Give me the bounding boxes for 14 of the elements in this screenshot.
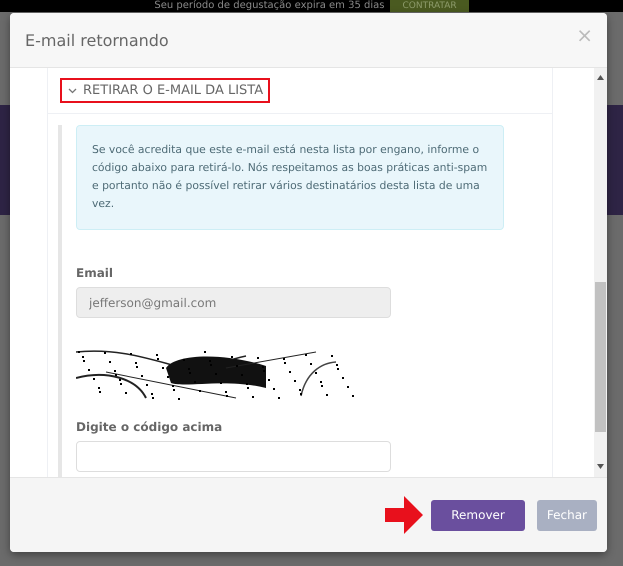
subscribe-button[interactable]: CONTRATAR xyxy=(390,0,469,12)
scrollbar[interactable] xyxy=(594,68,607,477)
close-dialog-button[interactable]: Fechar xyxy=(536,500,597,530)
email-label: Email xyxy=(76,266,114,280)
chevron-icon xyxy=(68,88,77,94)
info-message: Se você acredita que este e-mail está nesta lista por engano, informe o código abaixo para retirá-lo. Nós respeitamos as boas práticas anti-spam e portanto não é possível retirar vários destinatários desta lista de uma vez. xyxy=(76,125,504,230)
scroll-up-icon[interactable] xyxy=(597,75,604,80)
scroll-down-icon[interactable] xyxy=(597,464,604,469)
modal-title: E-mail retornando xyxy=(25,30,169,50)
section-toggle[interactable]: RETIRAR O E-MAIL DA LISTA xyxy=(60,78,270,103)
trial-notice: Seu período de degustação expira em 35 dias xyxy=(154,0,384,12)
code-label: Digite o código acima xyxy=(76,420,224,434)
code-field[interactable] xyxy=(76,441,391,472)
remove-button[interactable]: Remover xyxy=(431,500,525,530)
